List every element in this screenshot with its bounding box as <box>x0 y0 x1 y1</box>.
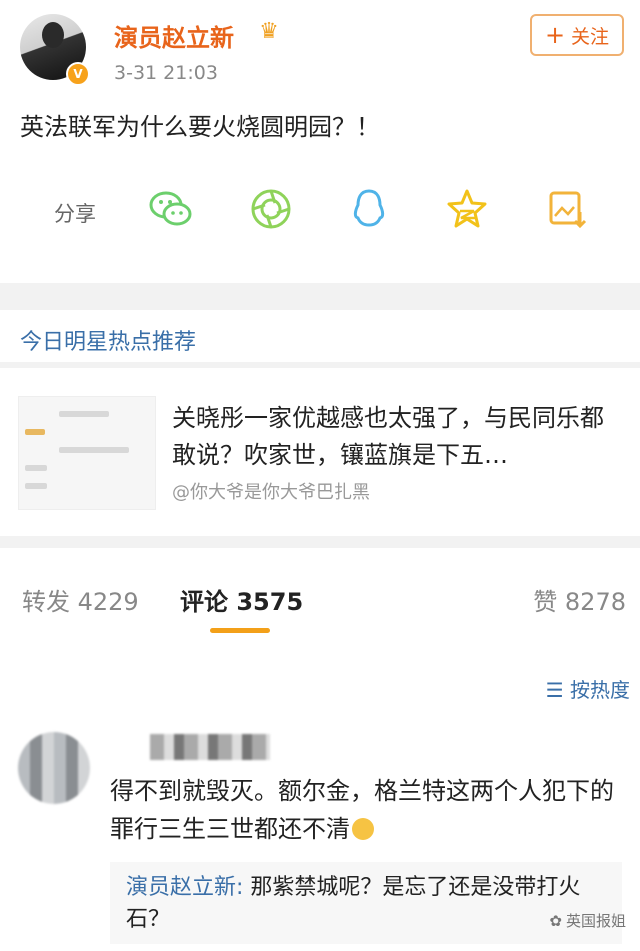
sort-icon: ☰ <box>545 678 564 702</box>
moments-icon[interactable] <box>248 186 294 232</box>
reply-author[interactable]: 演员赵立新: <box>126 875 243 900</box>
recommend-source[interactable]: @你大爷是你大爷巴扎黑 <box>172 478 370 504</box>
reply-box[interactable]: 演员赵立新: 那紫禁城呢？是忘了还是没带打火石？ <box>110 862 622 944</box>
qq-icon[interactable] <box>346 186 392 232</box>
comments-section: ☰ 按热度 得不到就毁灭。额尔金，格兰特这两个人犯下的罪行三生三世都还不清 演员… <box>0 640 640 951</box>
commenter-name-blurred[interactable] <box>150 734 270 760</box>
tab-like[interactable]: 赞 8278 <box>533 582 626 617</box>
comment-text: 得不到就毁灭。额尔金，格兰特这两个人犯下的罪行三生三世都还不清 <box>110 772 620 848</box>
recommend-card[interactable]: 关晓彤一家优越感也太强了，与民同乐都敢说？吹家世，镶蓝旗是下五… @你大爷是你大… <box>0 368 640 536</box>
follow-button[interactable]: + 关注 <box>530 14 624 56</box>
watermark-text: 英国报姐 <box>565 912 626 930</box>
verified-badge: V <box>66 62 90 86</box>
tab-repost[interactable]: 转发 4229 <box>22 582 139 617</box>
post-text: 英法联军为什么要火烧圆明园？！ <box>20 113 380 141</box>
member-crown-icon: ♛ <box>259 19 279 44</box>
recommend-text: 关晓彤一家优越感也太强了，与民同乐都敢说？吹家世，镶蓝旗是下五… <box>172 404 604 469</box>
tab-bar: 转发 4229 评论 3575 赞 8278 <box>0 548 640 640</box>
recommend-title: 今日明星热点推荐 <box>20 330 197 355</box>
save-image-icon[interactable] <box>544 186 590 232</box>
wechat-icon[interactable] <box>148 186 194 232</box>
sort-button[interactable]: ☰ 按热度 <box>546 674 630 703</box>
watermark: ✿ 英国报姐 <box>549 910 626 931</box>
sort-label: 按热度 <box>570 678 630 702</box>
post-time: 3-31 21:03 <box>114 62 218 84</box>
recommend-header: 今日明星热点推荐 <box>0 310 640 362</box>
tab-comment[interactable]: 评论 3575 <box>180 582 303 617</box>
recommend-thumbnail <box>18 396 156 510</box>
share-label: 分享 <box>54 202 96 226</box>
plus-icon: + <box>544 21 566 49</box>
wechat-logo-icon: ✿ <box>549 911 562 930</box>
sad-emoji-icon <box>352 818 374 840</box>
qzone-icon[interactable] <box>444 186 490 232</box>
active-tab-indicator <box>210 628 270 633</box>
reply-text: 演员赵立新: 那紫禁城呢？是忘了还是没带打火石？ <box>126 872 606 936</box>
commenter-avatar[interactable] <box>18 732 90 804</box>
follow-label: 关注 <box>571 25 610 48</box>
post-card: V 演员赵立新 ♛ 3-31 21:03 + 关注 英法联军为什么要火烧圆明园？… <box>0 0 640 283</box>
username[interactable]: 演员赵立新 <box>114 18 234 53</box>
